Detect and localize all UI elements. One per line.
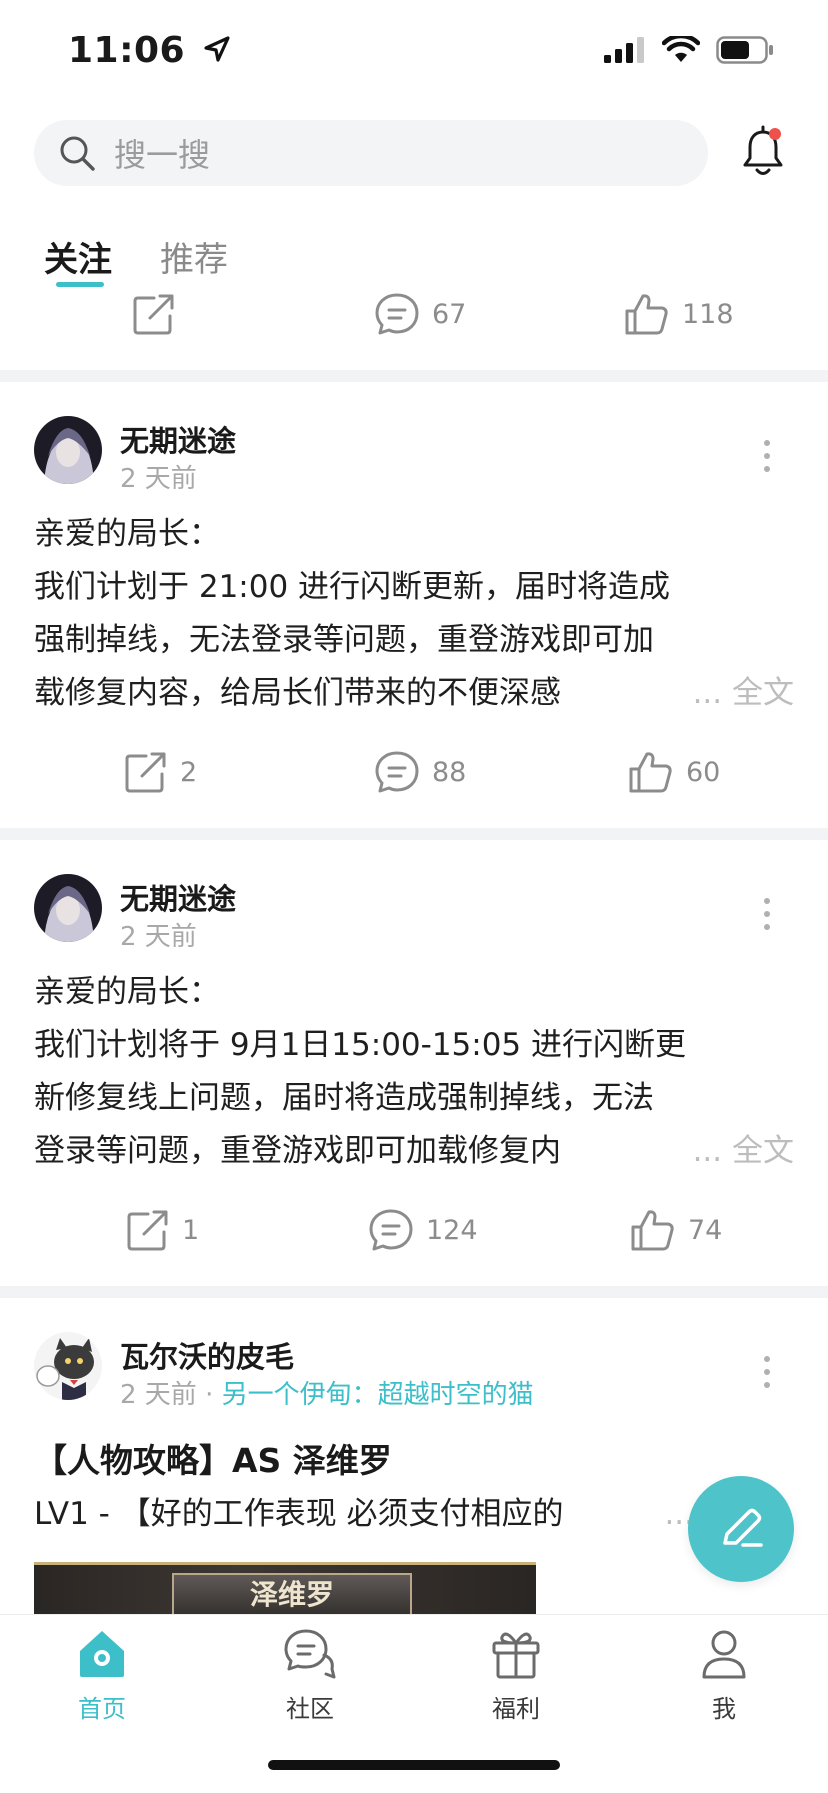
post-author[interactable]: 无期迷途 bbox=[120, 876, 236, 918]
share-count: 2 bbox=[180, 756, 198, 788]
nav-label: 首页 bbox=[78, 1695, 126, 1723]
avatar[interactable] bbox=[34, 874, 102, 942]
nav-home[interactable]: 首页 bbox=[52, 1625, 152, 1724]
search-placeholder: 搜一搜 bbox=[114, 136, 211, 174]
share-button[interactable]: 1 bbox=[126, 1208, 199, 1252]
like-button[interactable]: 60 bbox=[628, 750, 720, 794]
post-body[interactable]: LV1 - 【好的工作表现 必须支付相应的 ... bbox=[34, 1488, 694, 1541]
post-line-text: LV1 - 【好的工作表现 必须支付相应的 bbox=[34, 1496, 564, 1532]
post-line-text: 载修复内容，给局长们带来的不便深感 bbox=[34, 675, 561, 711]
post-line: 载修复内容，给局长们带来的不便深感 ... 全文 bbox=[34, 667, 794, 720]
post-author[interactable]: 瓦尔沃的皮毛 bbox=[120, 1334, 294, 1376]
pen-icon bbox=[723, 1508, 763, 1547]
meta-separator: · bbox=[205, 1380, 214, 1410]
nav-label: 福利 bbox=[492, 1695, 540, 1723]
post-meta: 2 天前 · 另一个伊甸：超越时空的猫 bbox=[120, 1374, 534, 1411]
post-line: 亲爱的局长： bbox=[34, 974, 220, 1010]
like-count: 60 bbox=[686, 756, 721, 788]
post-image-label: 泽维罗 bbox=[172, 1573, 412, 1617]
share-count: 1 bbox=[182, 1214, 200, 1246]
comment-button[interactable]: 124 bbox=[368, 1208, 478, 1252]
comment-button[interactable]: 88 bbox=[374, 750, 466, 794]
thumbs-up-icon bbox=[625, 294, 668, 335]
circle-link[interactable]: 另一个伊甸：超越时空的猫 bbox=[222, 1380, 534, 1410]
home-icon bbox=[80, 1631, 124, 1677]
post-line: 新修复线上问题，届时将造成强制掉线，无法 bbox=[34, 1080, 654, 1116]
post-line: 我们计划于 21:00 进行闪断更新，届时将造成 bbox=[34, 569, 671, 605]
gift-icon bbox=[492, 1632, 540, 1679]
tab-following[interactable]: 关注 bbox=[44, 232, 112, 281]
more-options-icon[interactable] bbox=[762, 440, 772, 472]
comment-icon bbox=[375, 751, 419, 793]
profile-icon bbox=[702, 1630, 746, 1679]
tab-recommended[interactable]: 推荐 bbox=[160, 232, 228, 281]
share-icon bbox=[125, 752, 166, 793]
nav-label: 我 bbox=[712, 1695, 736, 1723]
search-icon bbox=[60, 136, 95, 171]
post-divider bbox=[0, 1286, 828, 1298]
post-time: 2 天前 bbox=[120, 464, 197, 494]
post-title[interactable]: 【人物攻略】AS 泽维罗 bbox=[34, 1434, 392, 1482]
post-divider bbox=[0, 370, 828, 382]
post-line: 我们计划将于 9月1日15:00-15:05 进行闪断更 bbox=[34, 1027, 687, 1063]
like-count: 74 bbox=[688, 1214, 723, 1246]
thumbs-up-icon bbox=[629, 752, 672, 793]
status-time: 11:06 bbox=[68, 30, 232, 71]
comment-count: 67 bbox=[432, 298, 467, 330]
location-arrow-icon bbox=[204, 36, 230, 62]
nav-benefits[interactable]: 福利 bbox=[466, 1625, 566, 1724]
comment-icon bbox=[369, 1209, 413, 1251]
home-indicator bbox=[268, 1760, 560, 1770]
share-icon bbox=[127, 1210, 168, 1251]
read-more-link[interactable]: ... 全文 bbox=[688, 667, 794, 720]
share-icon bbox=[133, 294, 174, 335]
comment-count: 88 bbox=[432, 756, 467, 788]
share-button[interactable]: 2 bbox=[124, 750, 197, 794]
post-divider bbox=[0, 828, 828, 840]
search-input[interactable]: 搜一搜 bbox=[34, 120, 708, 186]
nav-community[interactable]: 社区 bbox=[260, 1625, 360, 1724]
post-body[interactable]: 亲爱的局长： 我们计划于 21:00 进行闪断更新，届时将造成 强制掉线，无法登… bbox=[34, 508, 794, 720]
more-options-icon[interactable] bbox=[762, 1356, 772, 1388]
notification-bell-icon[interactable] bbox=[742, 124, 784, 180]
like-button[interactable]: 74 bbox=[630, 1208, 722, 1252]
nav-label: 社区 bbox=[286, 1695, 334, 1723]
avatar[interactable] bbox=[34, 1332, 102, 1400]
post-time: 2 天前 bbox=[120, 922, 197, 952]
post-line: 强制掉线，无法登录等问题，重登游戏即可加 bbox=[34, 622, 654, 658]
post-line: LV1 - 【好的工作表现 必须支付相应的 ... bbox=[34, 1488, 694, 1541]
post-line: 亲爱的局长： bbox=[34, 516, 220, 552]
signal-icon bbox=[604, 37, 644, 63]
wifi-icon bbox=[662, 36, 700, 62]
nav-me[interactable]: 我 bbox=[674, 1625, 774, 1724]
status-icons bbox=[604, 36, 774, 64]
avatar[interactable] bbox=[34, 416, 102, 484]
post-line: 登录等问题，重登游戏即可加载修复内 ... 全文 bbox=[34, 1125, 794, 1178]
active-tab-indicator bbox=[56, 282, 104, 287]
post-time: 2 天前 bbox=[120, 1380, 197, 1410]
comment-button[interactable]: 67 bbox=[374, 292, 466, 336]
comment-count: 124 bbox=[426, 1214, 478, 1246]
read-more-link[interactable]: ... 全文 bbox=[688, 1125, 794, 1178]
like-button[interactable]: 118 bbox=[624, 292, 734, 336]
share-button[interactable] bbox=[132, 292, 176, 336]
battery-icon bbox=[716, 36, 773, 64]
more-options-icon[interactable] bbox=[762, 898, 772, 930]
post-line-text: 登录等问题，重登游戏即可加载修复内 bbox=[34, 1133, 561, 1169]
compose-button[interactable] bbox=[688, 1476, 794, 1582]
post-author[interactable]: 无期迷途 bbox=[120, 418, 236, 460]
like-count: 118 bbox=[682, 298, 734, 330]
comment-icon bbox=[375, 293, 419, 335]
community-icon bbox=[284, 1629, 336, 1679]
thumbs-up-icon bbox=[631, 1210, 674, 1251]
post-body[interactable]: 亲爱的局长： 我们计划将于 9月1日15:00-15:05 进行闪断更 新修复线… bbox=[34, 966, 794, 1178]
